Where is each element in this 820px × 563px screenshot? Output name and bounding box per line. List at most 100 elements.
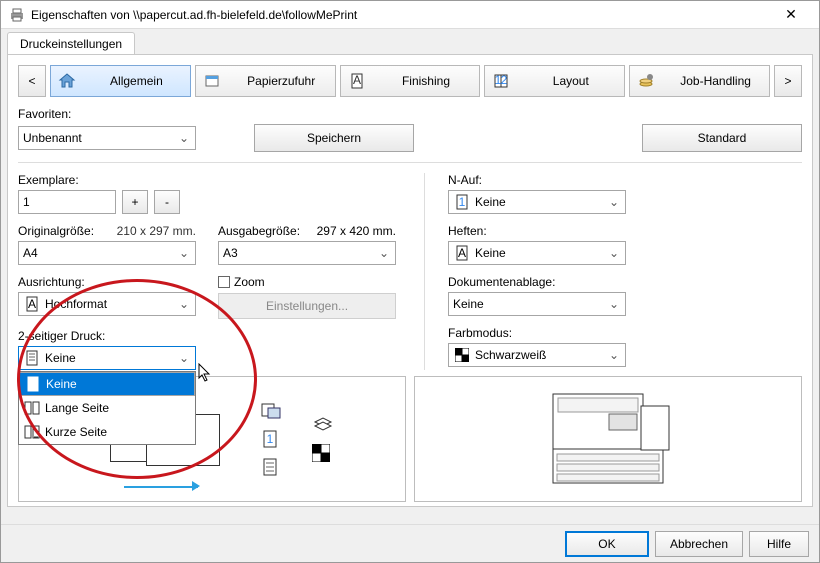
- defaults-button[interactable]: Standard: [642, 124, 802, 152]
- nav-label: Finishing: [373, 74, 480, 88]
- pages-long-icon: [23, 399, 41, 417]
- overlay-icon: [260, 402, 282, 420]
- ok-button[interactable]: OK: [565, 531, 649, 557]
- vertical-divider: [424, 173, 425, 370]
- nav-prev-button[interactable]: <: [18, 65, 46, 97]
- help-button[interactable]: Hilfe: [749, 531, 809, 557]
- page-a-icon: A: [453, 244, 471, 262]
- nup-select[interactable]: 1 Keine ⌄: [448, 190, 626, 214]
- tab-druckeinstellungen[interactable]: Druckeinstellungen: [7, 32, 135, 55]
- outsize-value: A3: [223, 246, 377, 260]
- orientation-label: Ausrichtung:: [18, 275, 196, 289]
- origsize-dim: 210 x 297 mm.: [117, 224, 196, 238]
- chevron-down-icon: ⌄: [177, 246, 191, 260]
- nav-item-finishing[interactable]: A Finishing: [340, 65, 481, 97]
- chevron-down-icon: ⌄: [177, 131, 191, 145]
- nav-item-jobhandling[interactable]: Job-Handling: [629, 65, 770, 97]
- duplex-option-keine[interactable]: Keine: [19, 372, 195, 396]
- svg-text:A: A: [458, 246, 466, 260]
- nav-label: Papierzufuhr: [228, 74, 335, 88]
- svg-text:1: 1: [267, 432, 274, 446]
- nav-item-papierzufuhr[interactable]: Papierzufuhr: [195, 65, 336, 97]
- nav-label: Allgemein: [83, 74, 190, 88]
- zoom-settings-button: Einstellungen...: [218, 293, 396, 319]
- color-select[interactable]: Schwarzweiß ⌄: [448, 343, 626, 367]
- tab-strip: Druckeinstellungen: [1, 29, 819, 54]
- duplex-option-kurze-seite[interactable]: Kurze Seite: [19, 420, 195, 444]
- origsize-select[interactable]: A4 ⌄: [18, 241, 196, 265]
- dialog-window: Eigenschaften von \\papercut.ad.fh-biele…: [0, 0, 820, 563]
- svg-text:A: A: [353, 73, 361, 87]
- layout-icon-column-2: [312, 416, 334, 462]
- copies-plus-button[interactable]: +: [122, 190, 148, 214]
- zoom-checkbox[interactable]: [218, 276, 230, 288]
- duplex-value: Keine: [45, 351, 177, 365]
- svg-text:A: A: [28, 297, 36, 311]
- divider: [18, 162, 802, 163]
- nup-label: N-Auf:: [448, 173, 802, 187]
- main-panel: < Allgemein Papierzufuhr A Finishing: [7, 54, 813, 507]
- nup1-icon: 1: [260, 430, 282, 448]
- stack-gear-icon: [630, 72, 662, 90]
- nav-next-button[interactable]: >: [774, 65, 802, 97]
- origsize-value: A4: [23, 246, 177, 260]
- outsize-select[interactable]: A3 ⌄: [218, 241, 396, 265]
- nup-value: Keine: [475, 195, 607, 209]
- copies-minus-button[interactable]: -: [154, 190, 180, 214]
- duplex-option-lange-seite[interactable]: Lange Seite: [19, 396, 195, 420]
- tray-icon: [196, 72, 228, 90]
- page-lines-icon: [260, 458, 282, 476]
- bw-checker-icon: [312, 444, 334, 462]
- settings-grid: Exemplare: 1 + - Originalgröße: 210 x 29: [18, 173, 802, 370]
- staple-select[interactable]: A Keine ⌄: [448, 241, 626, 265]
- page-1-icon: 1: [453, 193, 471, 211]
- color-value: Schwarzweiß: [475, 348, 607, 362]
- duplex-option-label: Lange Seite: [45, 401, 109, 415]
- dialog-button-bar: OK Abbrechen Hilfe: [1, 524, 819, 562]
- staple-label: Heften:: [448, 224, 802, 238]
- doc-a-icon: A: [341, 72, 373, 90]
- copies-input[interactable]: 1: [18, 190, 116, 214]
- page-portrait-icon: A: [23, 295, 41, 313]
- duplex-select[interactable]: Keine ⌄: [18, 346, 196, 370]
- nav-item-allgemein[interactable]: Allgemein: [50, 65, 191, 97]
- favorites-select[interactable]: Unbenannt ⌄: [18, 126, 196, 150]
- bw-checker-icon: [453, 346, 471, 364]
- orientation-select[interactable]: A Hochformat ⌄: [18, 292, 196, 316]
- favorites-label: Favoriten:: [18, 107, 802, 121]
- duplex-option-label: Kurze Seite: [45, 425, 107, 439]
- copies-value: 1: [23, 195, 30, 209]
- svg-text:1: 1: [459, 195, 466, 209]
- chevron-down-icon: ⌄: [607, 195, 621, 209]
- favorites-value: Unbenannt: [23, 131, 177, 145]
- duplex-dropdown-list: Keine Lange Seite Kurze Se: [18, 371, 196, 445]
- favorites-row: Favoriten: Unbenannt ⌄ Speichern Standar…: [18, 107, 802, 152]
- home-icon: [51, 72, 83, 90]
- category-nav: < Allgemein Papierzufuhr A Finishing: [18, 65, 802, 97]
- outsize-label: Ausgabegröße:: [218, 224, 300, 238]
- right-column: N-Auf: 1 Keine ⌄ Heften: A Keine ⌄: [431, 173, 802, 370]
- close-button[interactable]: ✕: [771, 3, 811, 27]
- duplex-option-label: Keine: [46, 377, 77, 391]
- chevron-down-icon: ⌄: [177, 297, 191, 311]
- nav-item-layout[interactable]: 12 Layout: [484, 65, 625, 97]
- chevron-down-icon: ⌄: [607, 348, 621, 362]
- left-column: Exemplare: 1 + - Originalgröße: 210 x 29: [18, 173, 418, 370]
- printer-icon: [9, 7, 25, 23]
- chevron-down-icon: ⌄: [177, 351, 191, 365]
- pages-short-icon: [23, 423, 41, 441]
- titlebar: Eigenschaften von \\papercut.ad.fh-biele…: [1, 1, 819, 29]
- page-lines-icon: [24, 375, 42, 393]
- docfile-select[interactable]: Keine ⌄: [448, 292, 626, 316]
- zoom-label: Zoom: [234, 275, 265, 289]
- staple-value: Keine: [475, 246, 607, 260]
- printer-illustration-icon: [523, 384, 693, 494]
- nav-label: Layout: [517, 74, 624, 88]
- printer-preview-panel: [414, 376, 802, 502]
- save-button[interactable]: Speichern: [254, 124, 414, 152]
- stack-icon: [312, 416, 334, 434]
- page-lines-icon: [23, 349, 41, 367]
- cancel-button[interactable]: Abbrechen: [655, 531, 743, 557]
- orientation-value: Hochformat: [45, 297, 177, 311]
- docfile-label: Dokumentenablage:: [448, 275, 802, 289]
